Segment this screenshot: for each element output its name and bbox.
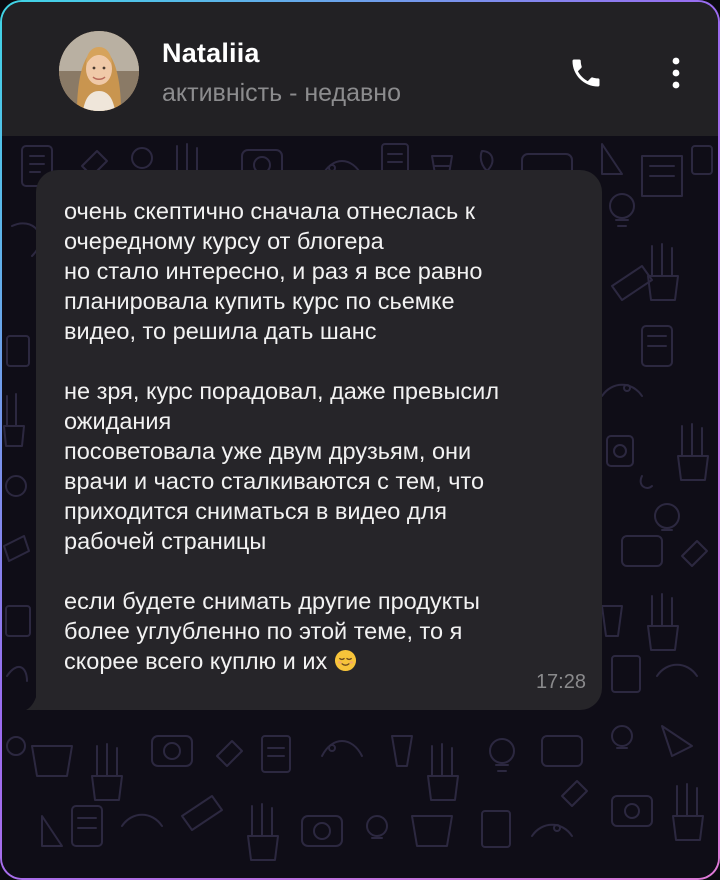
phone-icon [572, 59, 600, 87]
message-paragraph-1: очень скептично сначала отнеслась к очер… [64, 198, 483, 344]
chat-header: Nataliia активність - недавно [2, 2, 718, 136]
avatar-image [59, 31, 139, 111]
more-vertical-icon [672, 57, 680, 89]
message-bubble[interactable]: очень скептично сначала отнеслась к очер… [36, 170, 602, 710]
menu-button[interactable] [662, 52, 690, 94]
contact-name[interactable]: Nataliia [162, 38, 260, 69]
avatar[interactable] [59, 31, 139, 111]
chat-window: Nataliia активність - недавно очень скеп… [0, 0, 720, 880]
contact-status: активність - недавно [162, 79, 402, 107]
call-button[interactable] [565, 52, 607, 94]
message-paragraph-3: если будете снимать другие продукты боле… [64, 588, 480, 674]
message-time: 17:28 [535, 671, 586, 693]
message-paragraph-2: не зря, курс порадовал, даже превысил ож… [64, 378, 500, 554]
message-text[interactable]: очень скептично сначала отнеслась к очер… [64, 196, 574, 676]
relieved-face-emoji [334, 649, 356, 672]
